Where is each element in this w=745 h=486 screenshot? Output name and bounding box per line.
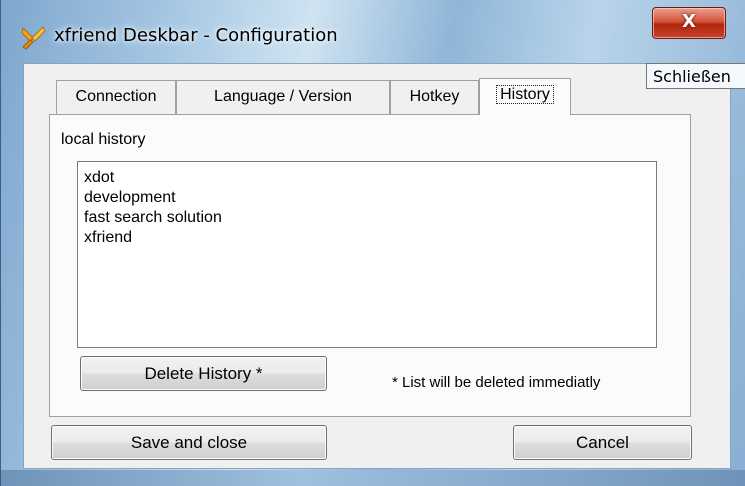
tab-language-version[interactable]: Language / Version [176,80,390,114]
close-icon: X [682,11,696,32]
tab-connection[interactable]: Connection [56,80,176,114]
close-button[interactable]: X [652,7,726,39]
title-bar[interactable]: xfriend Deskbar - Configuration X [0,0,745,62]
list-item[interactable]: fast search solution [84,208,650,228]
tab-label: History [496,85,554,104]
tab-label: Connection [75,88,157,105]
xfriend-logo-icon [21,26,46,50]
list-item[interactable]: xfriend [84,228,650,248]
tab-hotkey[interactable]: Hotkey [390,80,479,114]
list-item[interactable]: development [84,188,650,208]
cancel-button[interactable]: Cancel [513,425,692,460]
delete-history-button[interactable]: Delete History * [80,356,327,391]
history-listbox[interactable]: xdot development fast search solution xf… [77,161,657,348]
save-and-close-button[interactable]: Save and close [51,425,327,460]
local-history-label: local history [61,131,146,148]
tab-label: Language / Version [214,88,352,105]
delete-note: * List will be deleted immediatly [392,374,601,391]
window-title: xfriend Deskbar - Configuration [54,25,338,46]
tab-label: Hotkey [409,88,460,105]
tab-history[interactable]: History [479,78,571,115]
list-item[interactable]: xdot [84,168,650,188]
close-tooltip: Schließen [646,63,745,89]
